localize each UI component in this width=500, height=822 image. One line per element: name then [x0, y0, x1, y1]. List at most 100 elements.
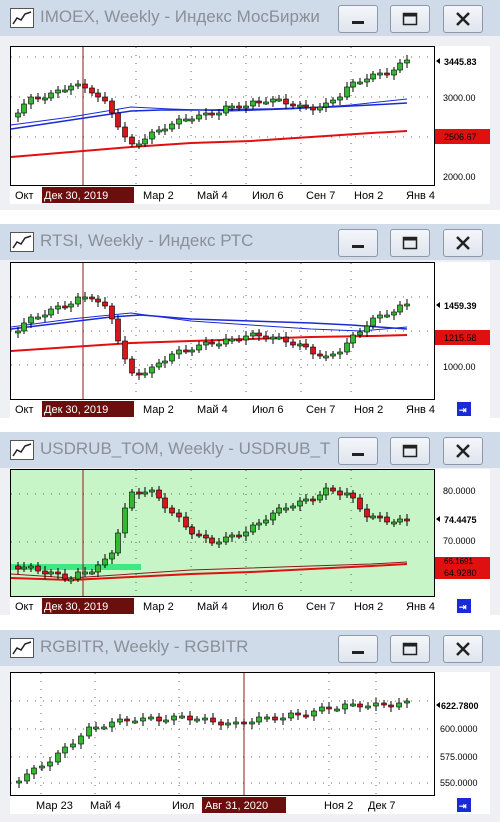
candle-body: [15, 112, 21, 118]
time-label: Ноя 2: [354, 404, 383, 416]
candle-body: [297, 343, 303, 347]
maximize-icon: [402, 12, 418, 26]
candle-body: [303, 498, 309, 502]
candle-body: [31, 767, 37, 775]
candle-body: [21, 322, 27, 332]
candle-body: [330, 99, 336, 104]
maximize-button[interactable]: [390, 635, 430, 663]
candle-body: [140, 717, 146, 722]
minimize-button[interactable]: [338, 437, 378, 465]
candle-body: [229, 105, 235, 109]
candle-body: [223, 338, 229, 345]
candle-body: [334, 708, 340, 712]
candle-body: [270, 336, 276, 340]
candle-body: [129, 358, 135, 374]
close-button[interactable]: [443, 229, 483, 257]
candle-body: [297, 104, 303, 108]
maximize-button[interactable]: [390, 437, 430, 465]
candle-body: [216, 112, 222, 116]
candle-body: [209, 537, 215, 544]
candle-body: [176, 512, 182, 518]
candle-body: [21, 103, 27, 114]
candle-body: [35, 565, 41, 572]
candle-body: [162, 497, 168, 509]
minimize-button[interactable]: [338, 5, 378, 33]
candle-body: [136, 372, 142, 376]
candle-body: [370, 73, 376, 80]
current-price-label: 74.4475: [444, 515, 477, 525]
candle-body: [310, 346, 316, 355]
candle-body: [310, 106, 316, 111]
time-label: Янв 4: [406, 601, 435, 613]
candle-body: [171, 715, 177, 721]
candle-body: [236, 105, 242, 109]
candle-body: [203, 341, 209, 346]
candle-body: [377, 72, 383, 76]
candle-body: [249, 721, 255, 725]
candle-body: [169, 507, 175, 514]
chart-window-rtsi[interactable]: RTSI, Weekly - Индекс РТС 1000.00 1459.3…: [0, 224, 500, 418]
time-label: Окт: [15, 404, 34, 416]
candle-body: [272, 716, 278, 721]
candle-body: [42, 97, 48, 101]
candle-body: [75, 571, 81, 580]
candle-body: [256, 332, 262, 337]
time-label: Июл 6: [252, 190, 284, 202]
minimize-button[interactable]: [338, 229, 378, 257]
chart-window-imoex[interactable]: IMOEX, Weekly - Индекс МосБиржи 3000.00 …: [0, 0, 500, 210]
title-bar[interactable]: RGBITR, Weekly - RGBITR: [0, 630, 500, 666]
price-label: 3000.00: [443, 93, 476, 103]
candle-body: [183, 118, 189, 122]
candle-body: [370, 317, 376, 327]
candle-body: [263, 519, 269, 524]
candle-body: [39, 765, 45, 769]
close-button[interactable]: [443, 5, 483, 33]
candle-body: [136, 143, 142, 147]
candle-body: [28, 565, 34, 569]
candle-body: [344, 492, 350, 496]
title-bar[interactable]: RTSI, Weekly - Индекс РТС: [0, 224, 500, 260]
candle-body: [250, 100, 256, 107]
close-button[interactable]: [443, 437, 483, 465]
title-bar[interactable]: IMOEX, Weekly - Индекс МосБиржи: [0, 0, 500, 36]
time-label: Ноя 2: [354, 190, 383, 202]
maximize-button[interactable]: [390, 5, 430, 33]
scroll-end-icon: ⇥: [459, 405, 467, 415]
price-chart[interactable]: [10, 672, 435, 796]
candle-body: [95, 92, 101, 98]
current-price-label: 1459.39: [444, 301, 477, 311]
chart-window-usdrub[interactable]: USDRUB_TOM, Weekly - USDRUB_T... 80.0000…: [0, 432, 500, 615]
candle-body: [169, 353, 175, 362]
candle-body: [156, 716, 162, 722]
price-chart[interactable]: [10, 262, 435, 400]
scroll-end-icon: ⇥: [459, 602, 467, 612]
minimize-button[interactable]: [338, 635, 378, 663]
price-chart[interactable]: [10, 46, 435, 186]
candle-body: [122, 340, 128, 360]
price-label: 600.0000: [440, 724, 478, 734]
candle-body: [42, 314, 48, 318]
candle-body: [15, 330, 21, 334]
candle-body: [381, 702, 387, 706]
candle-body: [132, 720, 138, 724]
candle-body: [75, 83, 81, 87]
candle-body: [250, 332, 256, 337]
candle-body: [384, 314, 390, 318]
chart-window-rgbitr[interactable]: RGBITR, Weekly - RGBITR 600.0000 575.000…: [0, 630, 500, 822]
candle-body: [350, 334, 356, 344]
time-label: Янв 4: [406, 404, 435, 416]
time-label: Окт: [15, 601, 34, 613]
title-bar[interactable]: USDRUB_TOM, Weekly - USDRUB_T...: [0, 432, 500, 468]
price-chart[interactable]: [10, 469, 435, 597]
candle-body: [48, 308, 54, 316]
close-button[interactable]: [443, 635, 483, 663]
candle-body: [129, 491, 135, 509]
candle-body: [149, 366, 155, 374]
window-title: RGBITR, Weekly - RGBITR: [40, 637, 249, 656]
candle-body: [28, 96, 34, 105]
candle-body: [48, 571, 54, 575]
price-axis: 3000.00 2000.00 3445.83 2506.67: [435, 46, 490, 186]
candle-body: [183, 349, 189, 353]
candle-body: [263, 335, 269, 340]
maximize-button[interactable]: [390, 229, 430, 257]
